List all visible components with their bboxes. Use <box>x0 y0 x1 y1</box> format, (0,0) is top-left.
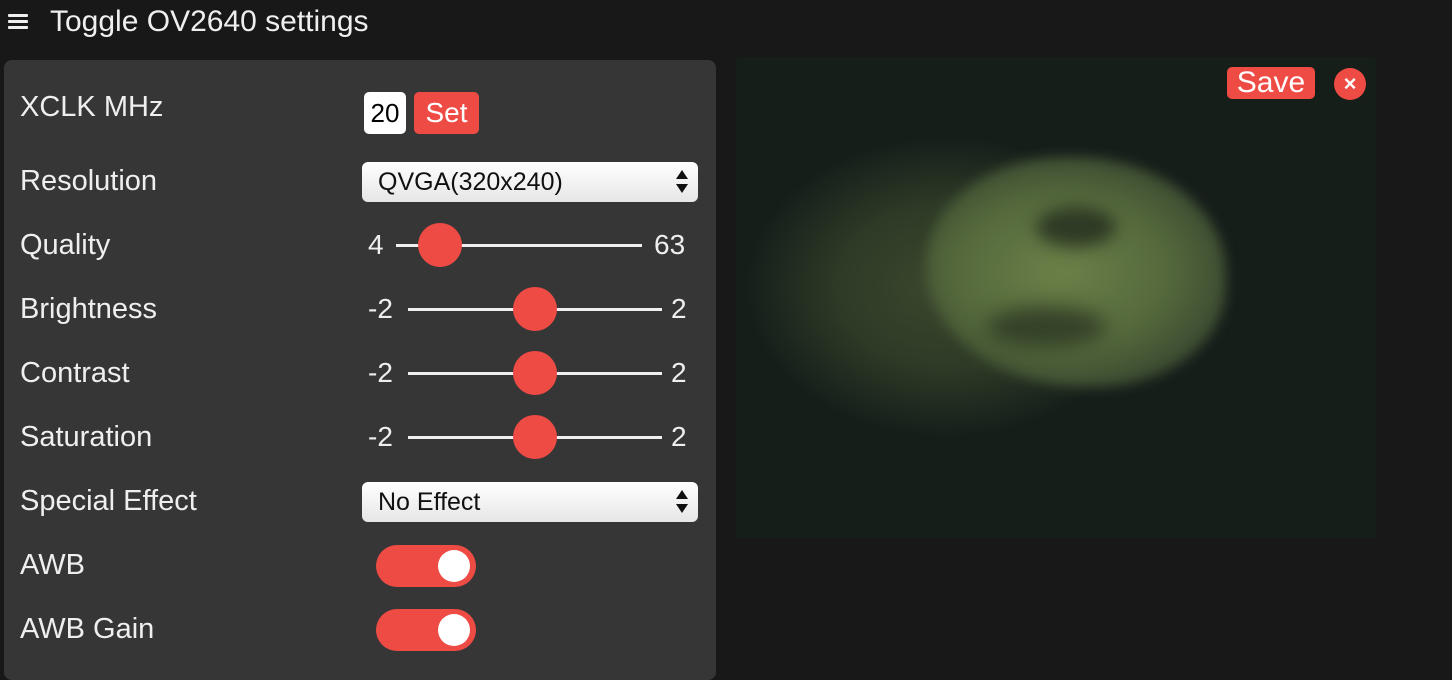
brightness-row: Brightness -2 2 <box>4 280 716 344</box>
quality-label: Quality <box>20 229 111 261</box>
resolution-select[interactable]: QVGA(320x240) <box>362 162 698 202</box>
toggle-knob <box>438 550 470 582</box>
quality-min: 4 <box>368 229 384 260</box>
select-arrows-icon <box>676 168 688 196</box>
brightness-max: 2 <box>671 293 687 324</box>
contrast-min: -2 <box>368 357 393 388</box>
xclk-row: XCLK MHz 20 Set <box>4 60 716 134</box>
toggle-knob <box>438 614 470 646</box>
toggle-settings-label[interactable]: Toggle OV2640 settings <box>50 4 369 40</box>
camera-stream-image <box>736 57 1376 538</box>
awb-label: AWB <box>20 549 85 581</box>
resolution-row: Resolution QVGA(320x240) <box>4 152 716 216</box>
xclk-set-button[interactable]: Set <box>414 92 479 134</box>
resolution-label: Resolution <box>20 165 158 197</box>
awb-gain-row: AWB Gain <box>4 600 716 664</box>
brightness-min: -2 <box>368 293 393 324</box>
special-effect-select[interactable]: No Effect <box>362 482 698 522</box>
xclk-label: XCLK MHz <box>20 91 164 123</box>
contrast-slider-thumb[interactable] <box>513 351 557 395</box>
quality-max: 63 <box>654 229 686 260</box>
awb-gain-label: AWB Gain <box>20 613 155 645</box>
top-bar: Toggle OV2640 settings <box>0 0 1452 46</box>
special-effect-row: Special Effect No Effect <box>4 472 716 536</box>
xclk-input[interactable]: 20 <box>364 92 406 134</box>
saturation-slider-thumb[interactable] <box>513 415 557 459</box>
brightness-slider-thumb[interactable] <box>513 287 557 331</box>
quality-slider-thumb[interactable] <box>418 223 462 267</box>
contrast-row: Contrast -2 2 <box>4 344 716 408</box>
saturation-min: -2 <box>368 421 393 452</box>
awb-toggle[interactable] <box>376 545 476 587</box>
special-effect-label: Special Effect <box>20 485 197 517</box>
saturation-max: 2 <box>671 421 687 452</box>
saturation-label: Saturation <box>20 421 153 453</box>
awb-row: AWB <box>4 536 716 600</box>
menu-icon[interactable] <box>8 14 28 30</box>
close-icon[interactable]: × <box>1334 68 1366 100</box>
special-effect-selected-value: No Effect <box>378 488 481 516</box>
settings-panel: XCLK MHz 20 Set Resolution QVGA(320x240)… <box>4 60 716 680</box>
save-button[interactable]: Save <box>1227 67 1315 99</box>
contrast-label: Contrast <box>20 357 130 389</box>
saturation-row: Saturation -2 2 <box>4 408 716 472</box>
quality-row: Quality 4 63 <box>4 216 716 280</box>
awb-gain-toggle[interactable] <box>376 609 476 651</box>
select-arrows-icon <box>676 488 688 516</box>
brightness-label: Brightness <box>20 293 158 325</box>
contrast-max: 2 <box>671 357 687 388</box>
resolution-selected-value: QVGA(320x240) <box>378 168 563 196</box>
